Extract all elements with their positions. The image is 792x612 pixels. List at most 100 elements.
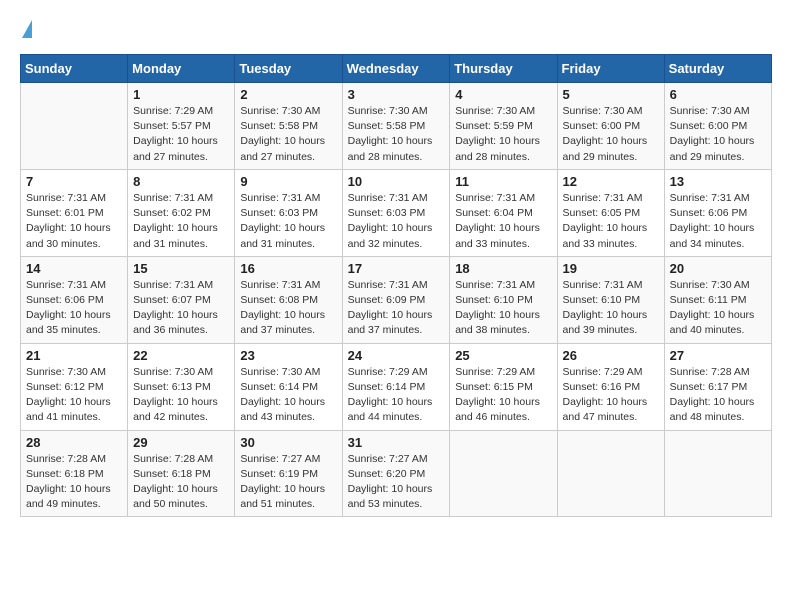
day-info: Sunrise: 7:31 AM Sunset: 6:03 PM Dayligh… — [240, 191, 336, 252]
calendar-cell: 27 Sunrise: 7:28 AM Sunset: 6:17 PM Dayli… — [664, 343, 771, 430]
day-number: 28 — [26, 435, 122, 450]
calendar-cell: 16Sunrise: 7:31 AM Sunset: 6:08 PM Dayli… — [235, 256, 342, 343]
day-number: 29 — [133, 435, 229, 450]
day-info: Sunrise: 7:27 AM Sunset: 6:20 PM Dayligh… — [348, 452, 445, 513]
calendar-cell: 5 Sunrise: 7:30 AM Sunset: 6:00 PM Daylig… — [557, 83, 664, 170]
day-number: 8 — [133, 174, 229, 189]
calendar-cell: 24 Sunrise: 7:29 AM Sunset: 6:14 PM Dayli… — [342, 343, 450, 430]
calendar-table: SundayMondayTuesdayWednesdayThursdayFrid… — [20, 54, 772, 517]
day-info: Sunrise: 7:30 AM Sunset: 6:11 PM Dayligh… — [670, 278, 766, 339]
logo-icon — [22, 20, 32, 38]
col-header-thursday: Thursday — [450, 55, 557, 83]
day-info: Sunrise: 7:31 AM Sunset: 6:10 PM Dayligh… — [455, 278, 551, 339]
day-info: Sunrise: 7:31 AM Sunset: 6:08 PM Dayligh… — [240, 278, 336, 339]
calendar-week-5: 28 Sunrise: 7:28 AM Sunset: 6:18 PM Dayli… — [21, 430, 772, 517]
day-number: 26 — [563, 348, 659, 363]
day-number: 1 — [133, 87, 229, 102]
col-header-friday: Friday — [557, 55, 664, 83]
calendar-cell: 9 Sunrise: 7:31 AM Sunset: 6:03 PM Daylig… — [235, 169, 342, 256]
day-info: Sunrise: 7:28 AM Sunset: 6:17 PM Dayligh… — [670, 365, 766, 426]
day-number: 2 — [240, 87, 336, 102]
day-number: 6 — [670, 87, 766, 102]
day-info: Sunrise: 7:31 AM Sunset: 6:10 PM Dayligh… — [563, 278, 659, 339]
calendar-cell: 29 Sunrise: 7:28 AM Sunset: 6:18 PM Dayli… — [128, 430, 235, 517]
calendar-cell: 17 Sunrise: 7:31 AM Sunset: 6:09 PM Dayli… — [342, 256, 450, 343]
calendar-cell: 11Sunrise: 7:31 AM Sunset: 6:04 PM Dayli… — [450, 169, 557, 256]
day-info: Sunrise: 7:29 AM Sunset: 5:57 PM Dayligh… — [133, 104, 229, 165]
day-info: Sunrise: 7:31 AM Sunset: 6:06 PM Dayligh… — [26, 278, 122, 339]
col-header-sunday: Sunday — [21, 55, 128, 83]
day-number: 20 — [670, 261, 766, 276]
calendar-cell — [450, 430, 557, 517]
day-number: 23 — [240, 348, 336, 363]
calendar-cell: 4 Sunrise: 7:30 AM Sunset: 5:59 PM Daylig… — [450, 83, 557, 170]
day-info: Sunrise: 7:29 AM Sunset: 6:15 PM Dayligh… — [455, 365, 551, 426]
day-info: Sunrise: 7:28 AM Sunset: 6:18 PM Dayligh… — [26, 452, 122, 513]
day-info: Sunrise: 7:31 AM Sunset: 6:05 PM Dayligh… — [563, 191, 659, 252]
calendar-cell: 2 Sunrise: 7:30 AM Sunset: 5:58 PM Daylig… — [235, 83, 342, 170]
calendar-week-3: 14 Sunrise: 7:31 AM Sunset: 6:06 PM Dayli… — [21, 256, 772, 343]
day-number: 19 — [563, 261, 659, 276]
calendar-cell — [21, 83, 128, 170]
day-info: Sunrise: 7:27 AM Sunset: 6:19 PM Dayligh… — [240, 452, 336, 513]
day-info: Sunrise: 7:30 AM Sunset: 6:00 PM Dayligh… — [670, 104, 766, 165]
calendar-cell: 15 Sunrise: 7:31 AM Sunset: 6:07 PM Dayli… — [128, 256, 235, 343]
logo — [20, 20, 32, 38]
day-number: 7 — [26, 174, 122, 189]
calendar-cell: 13 Sunrise: 7:31 AM Sunset: 6:06 PM Dayli… — [664, 169, 771, 256]
day-info: Sunrise: 7:30 AM Sunset: 6:00 PM Dayligh… — [563, 104, 659, 165]
day-info: Sunrise: 7:28 AM Sunset: 6:18 PM Dayligh… — [133, 452, 229, 513]
calendar-cell: 21 Sunrise: 7:30 AM Sunset: 6:12 PM Dayli… — [21, 343, 128, 430]
calendar-week-2: 7Sunrise: 7:31 AM Sunset: 6:01 PM Daylig… — [21, 169, 772, 256]
calendar-cell — [664, 430, 771, 517]
day-number: 10 — [348, 174, 445, 189]
day-number: 4 — [455, 87, 551, 102]
day-number: 9 — [240, 174, 336, 189]
day-number: 3 — [348, 87, 445, 102]
day-number: 14 — [26, 261, 122, 276]
calendar-cell: 26 Sunrise: 7:29 AM Sunset: 6:16 PM Dayli… — [557, 343, 664, 430]
day-number: 15 — [133, 261, 229, 276]
day-number: 22 — [133, 348, 229, 363]
page-header — [20, 20, 772, 38]
day-info: Sunrise: 7:30 AM Sunset: 5:58 PM Dayligh… — [348, 104, 445, 165]
calendar-week-4: 21 Sunrise: 7:30 AM Sunset: 6:12 PM Dayli… — [21, 343, 772, 430]
day-info: Sunrise: 7:30 AM Sunset: 6:14 PM Dayligh… — [240, 365, 336, 426]
calendar-cell: 25Sunrise: 7:29 AM Sunset: 6:15 PM Dayli… — [450, 343, 557, 430]
day-number: 17 — [348, 261, 445, 276]
col-header-monday: Monday — [128, 55, 235, 83]
calendar-cell: 12Sunrise: 7:31 AM Sunset: 6:05 PM Dayli… — [557, 169, 664, 256]
day-info: Sunrise: 7:30 AM Sunset: 6:13 PM Dayligh… — [133, 365, 229, 426]
day-info: Sunrise: 7:30 AM Sunset: 5:58 PM Dayligh… — [240, 104, 336, 165]
calendar-cell: 20 Sunrise: 7:30 AM Sunset: 6:11 PM Dayli… — [664, 256, 771, 343]
calendar-cell: 18 Sunrise: 7:31 AM Sunset: 6:10 PM Dayli… — [450, 256, 557, 343]
calendar-cell: 6 Sunrise: 7:30 AM Sunset: 6:00 PM Daylig… — [664, 83, 771, 170]
day-info: Sunrise: 7:30 AM Sunset: 6:12 PM Dayligh… — [26, 365, 122, 426]
day-number: 30 — [240, 435, 336, 450]
calendar-cell: 23 Sunrise: 7:30 AM Sunset: 6:14 PM Dayli… — [235, 343, 342, 430]
day-number: 27 — [670, 348, 766, 363]
day-info: Sunrise: 7:31 AM Sunset: 6:06 PM Dayligh… — [670, 191, 766, 252]
day-info: Sunrise: 7:31 AM Sunset: 6:07 PM Dayligh… — [133, 278, 229, 339]
calendar-cell: 19 Sunrise: 7:31 AM Sunset: 6:10 PM Dayli… — [557, 256, 664, 343]
day-info: Sunrise: 7:29 AM Sunset: 6:14 PM Dayligh… — [348, 365, 445, 426]
day-number: 21 — [26, 348, 122, 363]
day-number: 13 — [670, 174, 766, 189]
calendar-cell: 8Sunrise: 7:31 AM Sunset: 6:02 PM Daylig… — [128, 169, 235, 256]
day-number: 18 — [455, 261, 551, 276]
calendar-cell: 10Sunrise: 7:31 AM Sunset: 6:03 PM Dayli… — [342, 169, 450, 256]
calendar-cell: 30 Sunrise: 7:27 AM Sunset: 6:19 PM Dayli… — [235, 430, 342, 517]
day-info: Sunrise: 7:29 AM Sunset: 6:16 PM Dayligh… — [563, 365, 659, 426]
day-number: 5 — [563, 87, 659, 102]
col-header-wednesday: Wednesday — [342, 55, 450, 83]
calendar-cell: 14 Sunrise: 7:31 AM Sunset: 6:06 PM Dayli… — [21, 256, 128, 343]
calendar-cell: 31Sunrise: 7:27 AM Sunset: 6:20 PM Dayli… — [342, 430, 450, 517]
calendar-week-1: 1 Sunrise: 7:29 AM Sunset: 5:57 PM Daylig… — [21, 83, 772, 170]
calendar-cell: 1 Sunrise: 7:29 AM Sunset: 5:57 PM Daylig… — [128, 83, 235, 170]
calendar-cell: 22 Sunrise: 7:30 AM Sunset: 6:13 PM Dayli… — [128, 343, 235, 430]
day-number: 24 — [348, 348, 445, 363]
calendar-cell: 28 Sunrise: 7:28 AM Sunset: 6:18 PM Dayli… — [21, 430, 128, 517]
day-info: Sunrise: 7:30 AM Sunset: 5:59 PM Dayligh… — [455, 104, 551, 165]
day-number: 11 — [455, 174, 551, 189]
day-info: Sunrise: 7:31 AM Sunset: 6:09 PM Dayligh… — [348, 278, 445, 339]
